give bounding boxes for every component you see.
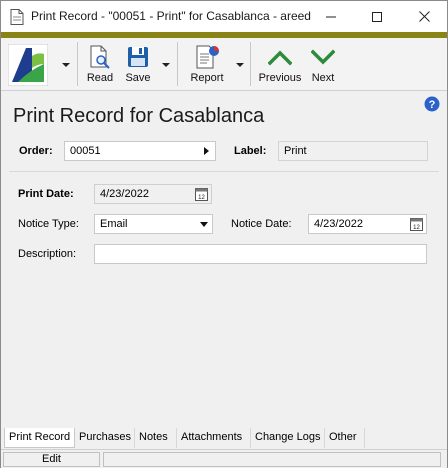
print-record-window: Print Record - "00051 - Print" for Casab… — [0, 0, 448, 468]
notice-date-value: 4/23/2022 — [314, 218, 363, 230]
save-icon — [128, 47, 148, 67]
toolbar-separator — [177, 42, 178, 86]
read-icon — [90, 45, 110, 69]
tab-label: Purchases — [79, 431, 131, 443]
calendar-icon[interactable]: 12 — [410, 217, 423, 231]
close-icon — [418, 11, 430, 22]
toolbar: Read Save Report Previous Next — [1, 38, 447, 91]
svg-text:12: 12 — [413, 225, 420, 231]
calendar-icon[interactable]: 12 — [195, 187, 208, 201]
notice-type-label: Notice Type: — [18, 218, 79, 230]
tab-change-logs[interactable]: Change Logs — [251, 428, 325, 448]
report-label: Report — [190, 72, 224, 84]
description-label: Description: — [18, 248, 77, 260]
status-message — [103, 452, 441, 467]
order-value: 00051 — [70, 145, 101, 157]
label-label: Label: — [234, 145, 267, 157]
report-icon — [196, 45, 219, 69]
read-button[interactable]: Read — [85, 44, 115, 88]
tab-label: Print Record — [9, 431, 71, 443]
close-button[interactable] — [401, 1, 447, 32]
tab-label: Notes — [139, 431, 168, 443]
minimize-icon — [326, 16, 336, 17]
print-date-label: Print Date: — [18, 188, 74, 200]
status-mode: Edit — [3, 452, 100, 467]
maximize-icon — [372, 11, 382, 22]
print-date-value: 4/23/2022 — [100, 188, 149, 200]
tab-attachments[interactable]: Attachments — [177, 428, 251, 448]
chevron-down-icon — [311, 49, 335, 65]
print-date-field[interactable]: 4/23/2022 12 — [94, 184, 212, 204]
svg-text:12: 12 — [198, 195, 205, 201]
minimize-button[interactable] — [308, 1, 354, 32]
save-label: Save — [125, 72, 151, 84]
toolbar-separator — [77, 42, 78, 86]
notice-date-label: Notice Date: — [231, 218, 292, 230]
label-field: Print — [278, 141, 428, 161]
app-menu-button[interactable] — [7, 43, 49, 87]
previous-label: Previous — [258, 72, 302, 84]
notice-type-select[interactable]: Email — [94, 214, 213, 234]
dropdown-arrow-icon[interactable] — [200, 222, 208, 227]
lookup-arrow-icon[interactable] — [204, 147, 209, 155]
tab-label: Change Logs — [255, 431, 321, 443]
notice-type-value: Email — [100, 218, 128, 230]
maximize-button[interactable] — [354, 1, 400, 32]
title-bar: Print Record - "00051 - Print" for Casab… — [1, 1, 447, 32]
tab-notes[interactable]: Notes — [135, 428, 177, 448]
toolbar-separator — [250, 42, 251, 86]
svg-text:?: ? — [429, 99, 436, 111]
notice-date-field[interactable]: 4/23/2022 12 — [308, 214, 427, 234]
read-label: Read — [86, 72, 114, 84]
description-field[interactable] — [94, 244, 427, 264]
app-menu-dropdown-icon[interactable] — [62, 63, 70, 67]
next-label: Next — [311, 72, 335, 84]
tab-purchases[interactable]: Purchases — [75, 428, 135, 448]
report-button[interactable]: Report — [187, 44, 227, 88]
report-dropdown-icon[interactable] — [236, 63, 244, 67]
section-divider — [9, 171, 439, 172]
tab-print-record[interactable]: Print Record — [4, 428, 75, 448]
page-title: Print Record for Casablanca — [13, 105, 265, 127]
tab-label: Other — [329, 431, 357, 443]
save-button[interactable]: Save — [123, 44, 153, 88]
app-document-icon — [10, 9, 24, 25]
next-button[interactable]: Next — [308, 44, 338, 88]
label-value: Print — [284, 145, 307, 157]
previous-button[interactable]: Previous — [258, 44, 302, 88]
chevron-up-icon — [268, 50, 292, 66]
status-bar: Edit — [1, 449, 447, 468]
form-content: Print Record for Casablanca ? Order: 000… — [1, 92, 447, 428]
bottom-tabs: Print Record Purchases Notes Attachments… — [1, 428, 447, 448]
help-icon[interactable]: ? — [424, 96, 440, 112]
order-field[interactable]: 00051 — [64, 141, 216, 161]
app-logo-icon — [7, 43, 49, 87]
save-dropdown-icon[interactable] — [162, 63, 170, 67]
order-label: Order: — [19, 145, 53, 157]
tab-other[interactable]: Other — [325, 428, 365, 448]
window-title: Print Record - "00051 - Print" for Casab… — [31, 9, 311, 23]
tab-label: Attachments — [181, 431, 243, 443]
